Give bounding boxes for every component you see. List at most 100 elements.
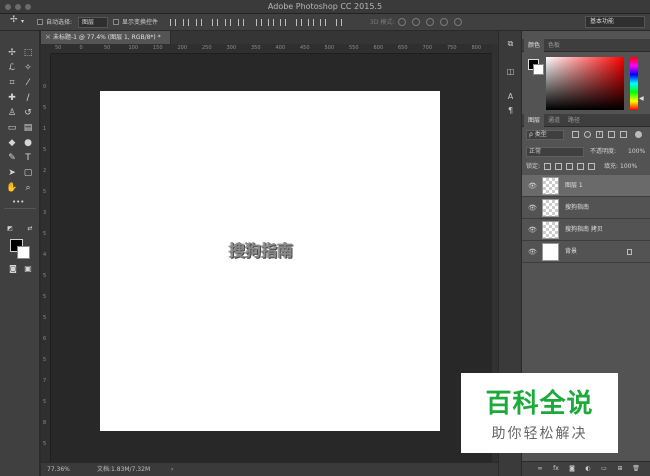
- align-right-icon[interactable]: [238, 19, 244, 26]
- hue-slider[interactable]: [630, 57, 638, 110]
- layer-row-sogou[interactable]: 👁 搜狗指南: [522, 197, 650, 219]
- screen-mode-icon[interactable]: ▣: [22, 263, 34, 275]
- distribute-top-icon[interactable]: [256, 19, 262, 26]
- filter-shape-icon[interactable]: [608, 131, 615, 138]
- vertical-ruler[interactable]: 0 5 1 5 2 5 3 5 4 5 5 5 6 5 7 5 8 5: [41, 54, 51, 462]
- lock-transparent-icon[interactable]: [544, 163, 551, 170]
- align-left-icon[interactable]: [212, 19, 218, 26]
- auto-select-checkbox[interactable]: [37, 19, 43, 25]
- more-tools-icon[interactable]: •••: [12, 196, 24, 208]
- new-group-icon[interactable]: ▭: [600, 465, 608, 473]
- align-bottom-icon[interactable]: [196, 19, 202, 26]
- delete-layer-icon[interactable]: 🗑: [632, 465, 640, 473]
- magic-wand-icon[interactable]: ✧: [22, 62, 34, 74]
- visibility-eye-icon[interactable]: 👁: [528, 182, 537, 190]
- canvas-text-layer[interactable]: 搜狗指南: [229, 237, 293, 261]
- orbit-3d-icon[interactable]: [398, 18, 406, 26]
- gradient-icon[interactable]: ▤: [22, 122, 34, 134]
- quick-mask-icon[interactable]: ◙: [7, 263, 19, 275]
- clone-stamp-icon[interactable]: ♙: [6, 107, 18, 119]
- zoom-level[interactable]: 77.36%: [47, 463, 70, 476]
- distribute-hcenter-icon[interactable]: [308, 19, 314, 26]
- eraser-icon[interactable]: ▭: [6, 122, 18, 134]
- show-transform-checkbox[interactable]: [113, 19, 119, 25]
- align-hcenter-icon[interactable]: [225, 19, 231, 26]
- tab-color[interactable]: 颜色: [524, 39, 545, 52]
- layer-row-background[interactable]: 👁 背景: [522, 241, 650, 263]
- visibility-eye-icon[interactable]: 👁: [528, 226, 537, 234]
- filter-adjustment-icon[interactable]: [584, 131, 591, 138]
- scale-3d-icon[interactable]: [454, 18, 462, 26]
- new-layer-icon[interactable]: ⊞: [616, 465, 624, 473]
- workspace-switcher[interactable]: 基本功能: [585, 16, 645, 28]
- healing-brush-icon[interactable]: ✚: [6, 92, 18, 104]
- slide-3d-icon[interactable]: [440, 18, 448, 26]
- type-icon[interactable]: T: [22, 152, 34, 164]
- zoom-icon[interactable]: ⌕: [22, 182, 34, 194]
- background-color-swatch[interactable]: [17, 246, 30, 259]
- layer-row-sogou-copy[interactable]: 👁 搜狗指南 拷贝: [522, 219, 650, 241]
- tab-paths[interactable]: 路径: [564, 114, 584, 127]
- paragraph-panel-icon[interactable]: ¶: [505, 106, 516, 116]
- adjustment-layer-icon[interactable]: ◐: [584, 465, 592, 473]
- align-vcenter-icon[interactable]: [183, 19, 189, 26]
- hand-icon[interactable]: ✋: [6, 182, 18, 194]
- dodge-icon[interactable]: ●: [22, 137, 34, 149]
- tab-layers[interactable]: 图层: [524, 114, 545, 127]
- tool-preset-chevron-icon[interactable]: ▾: [21, 17, 24, 26]
- filter-toggle-icon[interactable]: [635, 131, 642, 138]
- filter-type-icon[interactable]: T: [596, 131, 603, 138]
- auto-align-icon[interactable]: [336, 19, 342, 26]
- tab-channels[interactable]: 通道: [544, 114, 564, 127]
- distribute-right-icon[interactable]: [320, 19, 326, 26]
- horizontal-ruler[interactable]: 50 0 50 100 150 200 250 300 350 400 450 500 550 600 65…: [51, 44, 492, 54]
- lock-all-icon[interactable]: [588, 163, 595, 170]
- properties-panel-icon[interactable]: ◫: [505, 67, 516, 77]
- opacity-value[interactable]: 100%: [628, 146, 645, 158]
- lock-position-icon[interactable]: [566, 163, 573, 170]
- history-panel-icon[interactable]: ⧉: [505, 39, 516, 49]
- close-document-icon[interactable]: ×: [45, 31, 51, 44]
- distribute-left-icon[interactable]: [296, 19, 302, 26]
- tab-swatches[interactable]: 色板: [544, 39, 564, 52]
- blur-icon[interactable]: ◆: [6, 137, 18, 149]
- pen-icon[interactable]: ✎: [6, 152, 18, 164]
- marquee-icon[interactable]: ⬚: [22, 47, 34, 59]
- rectangle-icon[interactable]: ▢: [22, 167, 34, 179]
- history-brush-icon[interactable]: ↺: [22, 107, 34, 119]
- distribute-bottom-icon[interactable]: [280, 19, 286, 26]
- brush-icon[interactable]: ∕: [22, 92, 34, 104]
- lasso-icon[interactable]: ℒ: [6, 62, 18, 74]
- lock-artboard-icon[interactable]: [577, 163, 584, 170]
- roll-3d-icon[interactable]: [412, 18, 420, 26]
- auto-select-dropdown[interactable]: 图层: [78, 17, 108, 28]
- blend-mode-dropdown[interactable]: 正常: [526, 147, 584, 157]
- default-colors-icon[interactable]: ◩: [4, 223, 16, 235]
- status-menu-arrow-icon[interactable]: ›: [171, 463, 173, 476]
- visibility-eye-icon[interactable]: 👁: [528, 248, 537, 256]
- move-tool-icon[interactable]: ✢: [10, 16, 18, 25]
- lock-image-icon[interactable]: [555, 163, 562, 170]
- hue-slider-handle-icon[interactable]: ◀: [639, 95, 644, 102]
- move-icon[interactable]: ✢: [6, 47, 18, 59]
- fill-value[interactable]: 100%: [620, 161, 637, 173]
- filter-smart-object-icon[interactable]: [620, 131, 627, 138]
- path-selection-icon[interactable]: ➤: [6, 167, 18, 179]
- document-canvas[interactable]: [100, 91, 440, 431]
- layer-style-icon[interactable]: fx: [552, 465, 560, 473]
- eyedropper-icon[interactable]: ⁄: [22, 77, 34, 89]
- add-mask-icon[interactable]: ◙: [568, 465, 576, 473]
- distribute-vcenter-icon[interactable]: [268, 19, 274, 26]
- character-panel-icon[interactable]: A: [505, 92, 516, 102]
- crop-icon[interactable]: ⌗: [6, 77, 18, 89]
- color-panel-background[interactable]: [533, 64, 544, 75]
- drag-3d-icon[interactable]: [426, 18, 434, 26]
- layer-row-layer1[interactable]: 👁 图层 1: [522, 175, 650, 197]
- swap-colors-icon[interactable]: ⇄: [24, 223, 36, 235]
- layer-filter-dropdown[interactable]: ρ 类型: [526, 130, 564, 140]
- color-picker-field[interactable]: [546, 57, 624, 110]
- link-layers-icon[interactable]: ∞: [536, 465, 544, 473]
- document-tab[interactable]: × 未标题-1 @ 77.4% (图层 1, RGB/8*) *: [41, 31, 171, 44]
- align-top-icon[interactable]: [170, 19, 176, 26]
- visibility-eye-icon[interactable]: 👁: [528, 204, 537, 212]
